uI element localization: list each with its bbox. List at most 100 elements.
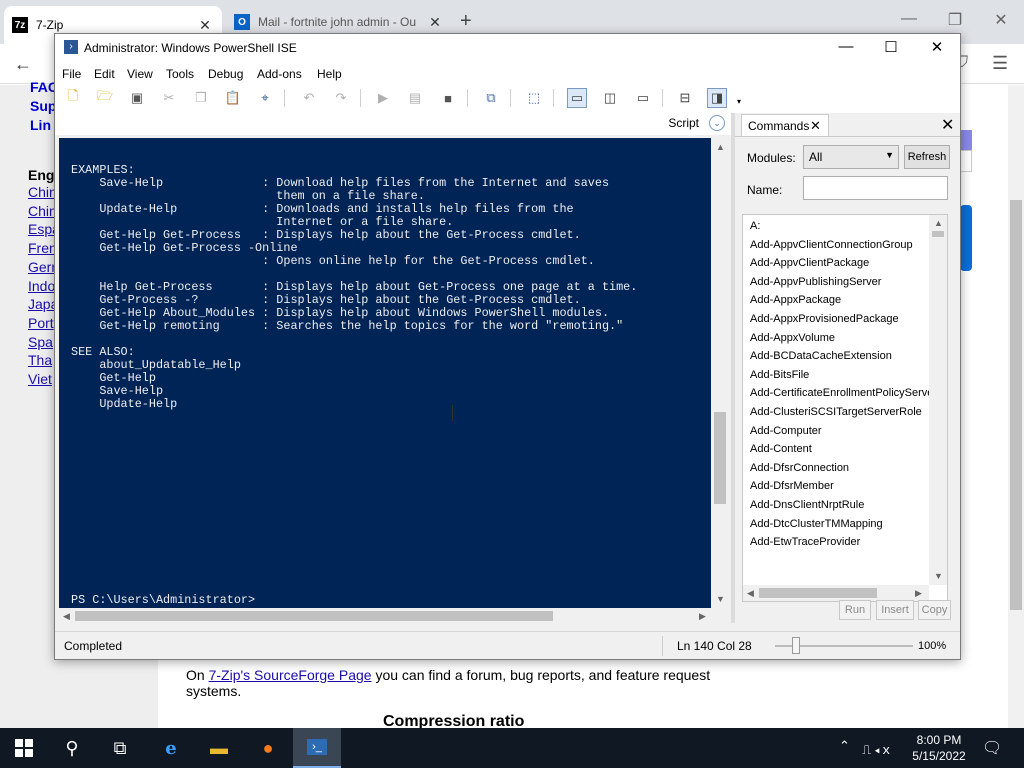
scroll-right-icon[interactable]: ▶ — [915, 588, 922, 599]
commands-list[interactable]: A: Add-AppvClientConnectionGroup Add-App… — [742, 214, 948, 602]
remote-powershell-icon[interactable]: ⧉ — [481, 88, 501, 108]
list-item[interactable]: Add-BCDataCacheExtension — [750, 347, 930, 366]
sidebar-link-links[interactable]: Lin — [30, 117, 51, 133]
console-pane[interactable]: EXAMPLES: Save-Help : Download help file… — [59, 138, 711, 608]
powershell-ise-icon[interactable]: ›_ — [293, 728, 341, 768]
maximize-icon[interactable]: ☐ — [879, 38, 903, 56]
run-button[interactable]: Run — [839, 600, 871, 620]
run-selection-icon[interactable]: ▤ — [405, 88, 425, 108]
copy-icon[interactable]: ❐ — [191, 88, 211, 108]
task-view-icon[interactable]: ⧉ — [96, 728, 144, 768]
close-icon[interactable]: ✕ — [991, 10, 1011, 30]
list-item[interactable]: Add-Computer — [750, 422, 930, 441]
close-icon[interactable]: ✕ — [810, 118, 821, 134]
new-tab-button[interactable]: + — [460, 10, 472, 33]
maximize-icon[interactable]: ❐ — [945, 10, 965, 30]
list-item[interactable]: Add-AppvClientConnectionGroup — [750, 236, 930, 255]
sidebar-link-support[interactable]: Sup — [30, 98, 56, 114]
menu-file[interactable]: File — [62, 67, 81, 81]
toolbar-overflow-icon[interactable]: ▾ — [737, 97, 741, 106]
list-item[interactable]: Add-Content — [750, 440, 930, 459]
search-icon[interactable]: ⚲ — [48, 728, 96, 768]
close-tab-icon[interactable]: ✕ — [196, 17, 214, 34]
insert-button[interactable]: Insert — [876, 600, 914, 620]
console-horizontal-scrollbar[interactable]: ◀ ▶ — [59, 608, 711, 624]
new-file-icon[interactable]: 🗋 — [63, 88, 83, 108]
scrollbar-thumb[interactable] — [75, 611, 553, 621]
console-vertical-scrollbar[interactable]: ▲ ▼ — [711, 138, 729, 608]
clock[interactable]: 8:00 PM 5/15/2022 — [908, 732, 970, 764]
close-icon[interactable]: ✕ — [925, 38, 949, 56]
menu-debug[interactable]: Debug — [208, 67, 243, 81]
undo-icon[interactable]: ↶ — [299, 88, 319, 108]
layout-right-icon[interactable]: ◫ — [600, 88, 620, 108]
menu-help[interactable]: Help — [317, 67, 342, 81]
modules-dropdown[interactable]: All ▼ — [803, 145, 899, 169]
close-tab-icon[interactable]: ✕ — [426, 14, 444, 31]
scroll-down-icon[interactable]: ▼ — [716, 594, 725, 604]
console-prompt[interactable]: PS C:\Users\Administrator> — [71, 593, 255, 607]
scroll-left-icon[interactable]: ◀ — [63, 611, 70, 622]
scroll-down-icon[interactable]: ▼ — [934, 571, 943, 581]
scrollbar-thumb[interactable] — [714, 412, 726, 504]
list-item[interactable]: Add-AppxVolume — [750, 329, 930, 348]
commands-vertical-scrollbar[interactable]: ▲ ▼ — [929, 215, 947, 585]
list-item[interactable]: Add-DnsClientNrptRule — [750, 496, 930, 515]
chevron-up-icon[interactable]: ⌃ — [839, 738, 850, 754]
layout-top-icon[interactable]: ▭ — [567, 88, 587, 108]
menu-addons[interactable]: Add-ons — [257, 67, 302, 81]
list-item[interactable]: Add-DfsrConnection — [750, 459, 930, 478]
list-item[interactable]: Add-AppvClientPackage — [750, 254, 930, 273]
page-button-fragment[interactable] — [960, 205, 972, 271]
minimize-icon[interactable]: — — [834, 38, 858, 55]
chevron-down-icon[interactable]: ⌄ — [709, 115, 725, 131]
list-item[interactable]: Add-EtwTraceProvider — [750, 533, 930, 552]
start-powershell-icon[interactable]: ⬚ — [524, 88, 544, 108]
list-item[interactable]: Add-AppxProvisionedPackage — [750, 310, 930, 329]
internet-explorer-icon[interactable]: e — [147, 728, 195, 768]
commands-horizontal-scrollbar[interactable]: ◀ ▶ — [743, 585, 929, 601]
redo-icon[interactable]: ↷ — [331, 88, 351, 108]
file-explorer-icon[interactable]: ▬ — [195, 728, 243, 768]
menu-icon[interactable]: ☰ — [992, 53, 1008, 74]
list-item[interactable]: Add-DtcClusterTMMapping — [750, 515, 930, 534]
menu-edit[interactable]: Edit — [94, 67, 115, 81]
windows-start-icon[interactable] — [0, 728, 48, 768]
name-filter-input[interactable] — [803, 176, 948, 200]
show-commands-window-icon[interactable]: ⊟ — [675, 88, 695, 108]
list-item[interactable]: Add-BitsFile — [750, 366, 930, 385]
scroll-right-icon[interactable]: ▶ — [699, 611, 706, 622]
scrollbar-thumb[interactable] — [932, 231, 944, 237]
show-commands-addon-icon[interactable]: ◨ — [707, 88, 727, 108]
list-item[interactable]: Add-DfsrMember — [750, 477, 930, 496]
scroll-left-icon[interactable]: ◀ — [747, 588, 754, 599]
stop-icon[interactable]: ■ — [438, 88, 458, 108]
list-item[interactable]: A: — [750, 217, 930, 236]
minimize-icon[interactable]: — — [899, 10, 919, 28]
scroll-up-icon[interactable]: ▲ — [716, 142, 725, 152]
sourceforge-link[interactable]: 7-Zip's SourceForge Page — [209, 667, 372, 683]
scrollbar-thumb[interactable] — [759, 588, 877, 598]
list-item[interactable]: Add-AppxPackage — [750, 291, 930, 310]
close-icon[interactable]: ✕ — [941, 115, 954, 135]
cut-icon[interactable]: ✂ — [159, 88, 179, 108]
menu-view[interactable]: View — [127, 67, 153, 81]
run-script-icon[interactable]: ▶ — [373, 88, 393, 108]
script-label[interactable]: Script — [668, 116, 699, 130]
menu-tools[interactable]: Tools — [166, 67, 194, 81]
paste-icon[interactable]: 📋 — [223, 88, 243, 108]
scrollbar-thumb[interactable] — [1010, 200, 1022, 610]
layout-max-icon[interactable]: ▭ — [633, 88, 653, 108]
save-icon[interactable]: ▣ — [127, 88, 147, 108]
list-item[interactable]: Add-CertificateEnrollmentPolicyServe — [750, 384, 930, 403]
firefox-icon[interactable]: ● — [244, 728, 292, 768]
refresh-button[interactable]: Refresh — [904, 145, 950, 169]
commands-tab[interactable]: Commands ✕ — [741, 114, 829, 136]
back-arrow-icon[interactable]: ← — [14, 54, 32, 75]
network-volume-icon[interactable]: ⎍ ◂ｘ — [862, 739, 893, 758]
open-folder-icon[interactable]: 🗁 — [95, 88, 115, 108]
scroll-up-icon[interactable]: ▲ — [934, 218, 943, 228]
page-scrollbar[interactable] — [1008, 85, 1024, 728]
zoom-slider-thumb[interactable] — [791, 637, 800, 654]
clear-console-icon[interactable]: ⌖ — [255, 88, 275, 108]
